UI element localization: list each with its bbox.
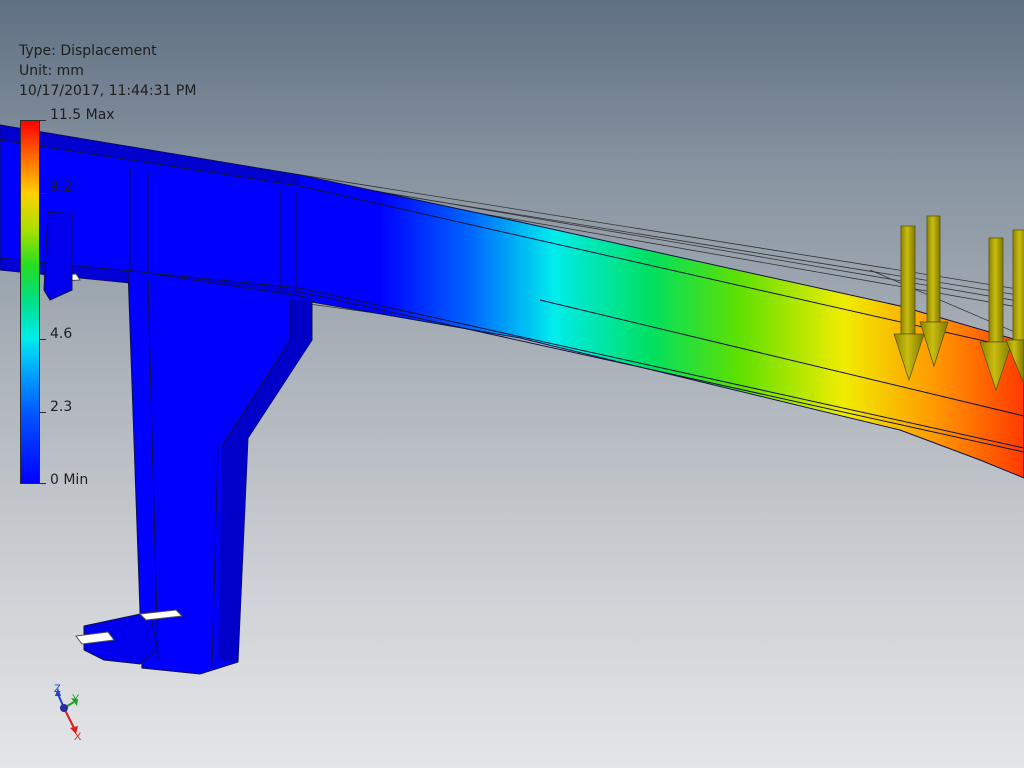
model-viewport[interactable] — [0, 0, 1024, 768]
legend-label-min: 0 Min — [50, 472, 89, 488]
legend-tick-4-6 — [40, 339, 46, 340]
legend-label-max: 11.5 Max — [50, 107, 115, 123]
displacement-color-legend — [20, 120, 40, 484]
legend-tick-max — [40, 120, 46, 121]
result-timestamp: 10/17/2017, 11:44:31 PM — [19, 83, 197, 99]
z-axis-label: Z — [54, 683, 61, 695]
legend-label-2-3: 2.3 — [50, 399, 73, 415]
legend-label-9-2: 9.2 — [50, 179, 73, 195]
result-unit-label: Unit: mm — [19, 63, 84, 79]
result-type-label: Type: Displacement — [19, 43, 157, 59]
upper-left-bracket[interactable] — [43, 211, 73, 301]
legend-label-4-6: 4.6 — [50, 326, 73, 342]
triad-origin — [60, 704, 68, 712]
legend-tick-9-2 — [40, 193, 46, 194]
y-axis-label: Y — [72, 693, 80, 705]
axis-triad[interactable]: Z Y X — [40, 682, 100, 746]
legend-tick-2-3 — [40, 412, 46, 413]
legend-tick-min — [40, 483, 46, 484]
x-axis-label: X — [74, 731, 82, 743]
